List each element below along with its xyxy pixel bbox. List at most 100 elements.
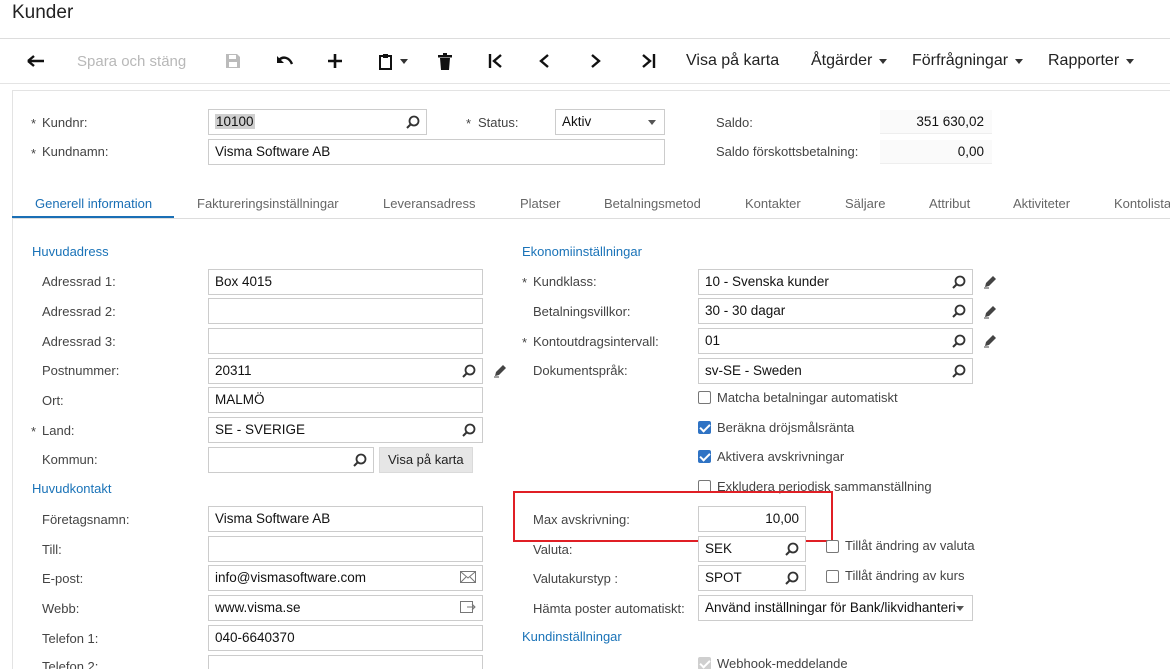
edit-icon[interactable]: [983, 275, 997, 289]
save-close-button[interactable]: Spara och stäng: [77, 39, 186, 83]
search-icon[interactable]: [462, 423, 476, 437]
statement-interval-field[interactable]: 01: [698, 328, 973, 354]
city-field[interactable]: MALMÖ: [208, 387, 483, 413]
currency-field[interactable]: SEK: [698, 536, 806, 562]
statement-interval-value: 01: [705, 333, 721, 348]
balance-value: 351 630,02: [880, 110, 992, 134]
tab-payment-method[interactable]: Betalningsmetod: [604, 196, 701, 211]
tab-salespersons[interactable]: Säljare: [845, 196, 885, 211]
web-label: Webb:: [42, 601, 80, 616]
postal-field[interactable]: 20311: [208, 358, 483, 384]
prepay-balance-label: Saldo förskottsbetalning:: [716, 144, 859, 159]
undo-button[interactable]: [276, 39, 294, 83]
country-value: SE - SVERIGE: [215, 422, 306, 437]
required-mark: *: [466, 116, 472, 131]
municipality-label: Kommun:: [42, 452, 98, 467]
back-button[interactable]: [26, 39, 46, 83]
trash-icon: [438, 52, 452, 70]
search-icon[interactable]: [353, 453, 367, 467]
allow-currency-change-checkbox[interactable]: [826, 540, 839, 553]
municipality-field[interactable]: [208, 447, 374, 473]
tab-attributes[interactable]: Attribut: [929, 196, 970, 211]
tab-account-list[interactable]: Kontolista: [1114, 196, 1170, 211]
chevron-down-icon: [956, 606, 964, 611]
search-icon[interactable]: [952, 275, 966, 289]
fetch-value: Använd inställningar för Bank/likvidhant…: [705, 600, 956, 615]
document-language-field[interactable]: sv-SE - Sweden: [698, 358, 973, 384]
chevron-down-icon: [879, 58, 888, 64]
customer-class-field[interactable]: 10 - Svenska kunder: [698, 269, 973, 295]
tab-delivery-address[interactable]: Leveransadress: [383, 196, 476, 211]
document-language-value: sv-SE - Sweden: [705, 363, 802, 378]
search-icon[interactable]: [462, 364, 476, 378]
rate-type-value: SPOT: [705, 570, 742, 585]
status-select[interactable]: Aktiv: [555, 109, 665, 135]
attn-field[interactable]: [208, 536, 483, 562]
addr3-field[interactable]: [208, 328, 483, 354]
search-icon[interactable]: [952, 334, 966, 348]
chevron-down-icon: [400, 58, 408, 64]
show-map-button[interactable]: Visa på karta: [686, 39, 779, 83]
phone2-field[interactable]: [208, 655, 483, 669]
phone1-label: Telefon 1:: [42, 631, 99, 646]
country-label: Land:: [42, 423, 75, 438]
payment-terms-field[interactable]: 30 - 30 dagar: [698, 298, 973, 324]
addr2-label: Adressrad 2:: [42, 304, 116, 319]
actions-menu[interactable]: Åtgärder: [811, 39, 888, 83]
country-field[interactable]: SE - SVERIGE: [208, 417, 483, 443]
webhook-checkbox[interactable]: [698, 657, 711, 669]
edit-icon[interactable]: [983, 334, 997, 348]
search-icon[interactable]: [785, 571, 799, 585]
tab-locations[interactable]: Platser: [520, 196, 560, 211]
next-record-button[interactable]: [590, 39, 602, 83]
currency-value: SEK: [705, 541, 733, 556]
addr2-field[interactable]: [208, 298, 483, 324]
addr1-field[interactable]: Box 4015: [208, 269, 483, 295]
edit-icon[interactable]: [983, 305, 997, 319]
tab-general[interactable]: Generell information: [35, 196, 152, 211]
edit-icon[interactable]: [493, 364, 507, 378]
email-field[interactable]: info@vismasoftware.com: [208, 565, 483, 591]
allow-currency-change-label: Tillåt ändring av valuta: [845, 538, 975, 553]
show-map-address-button[interactable]: Visa på karta: [379, 447, 473, 473]
auto-match-checkbox[interactable]: [698, 391, 711, 404]
web-field[interactable]: www.visma.se: [208, 595, 483, 621]
tab-contacts[interactable]: Kontakter: [745, 196, 801, 211]
auto-match-label: Matcha betalningar automatiskt: [717, 390, 898, 405]
late-fee-label: Beräkna dröjsmålsränta: [717, 420, 855, 435]
search-icon[interactable]: [785, 542, 799, 556]
rate-type-field[interactable]: SPOT: [698, 565, 806, 591]
company-field[interactable]: Visma Software AB: [208, 506, 483, 532]
tab-invoicing[interactable]: Faktureringsinställningar: [197, 196, 339, 211]
search-icon[interactable]: [952, 364, 966, 378]
tab-bar: Generell information Faktureringsinställ…: [12, 190, 1170, 219]
customer-settings-heading: Kundinställningar: [522, 629, 622, 644]
phone1-field[interactable]: 040-6640370: [208, 625, 483, 651]
writeoff-checkbox[interactable]: [698, 450, 711, 463]
payment-terms-value: 30 - 30 dagar: [705, 303, 786, 318]
first-record-button[interactable]: [488, 39, 504, 83]
arrow-left-icon: [27, 55, 44, 67]
reports-menu[interactable]: Rapporter: [1048, 39, 1135, 83]
allow-rate-change-checkbox[interactable]: [826, 570, 839, 583]
search-icon[interactable]: [406, 115, 420, 129]
customer-name-label: Kundnamn:: [42, 144, 109, 159]
last-record-button[interactable]: [640, 39, 656, 83]
tab-activities[interactable]: Aktiviteter: [1013, 196, 1070, 211]
allow-rate-change-label: Tillåt ändring av kurs: [845, 568, 965, 583]
search-icon[interactable]: [952, 304, 966, 318]
actions-label: Åtgärder: [811, 52, 873, 69]
customer-name-field[interactable]: Visma Software AB: [208, 139, 665, 165]
add-button[interactable]: [327, 39, 343, 83]
copy-paste-button[interactable]: [379, 39, 408, 83]
customer-no-field[interactable]: 10100: [208, 109, 427, 135]
previous-record-button[interactable]: [538, 39, 550, 83]
addr1-label: Adressrad 1:: [42, 274, 116, 289]
open-link-icon[interactable]: [460, 601, 476, 614]
late-fee-checkbox[interactable]: [698, 421, 711, 434]
inquiries-menu[interactable]: Förfrågningar: [912, 39, 1024, 83]
save-button[interactable]: [225, 39, 241, 83]
envelope-icon[interactable]: [460, 571, 476, 583]
fetch-select[interactable]: Använd inställningar för Bank/likvidhant…: [698, 595, 973, 621]
delete-button[interactable]: [438, 39, 452, 83]
